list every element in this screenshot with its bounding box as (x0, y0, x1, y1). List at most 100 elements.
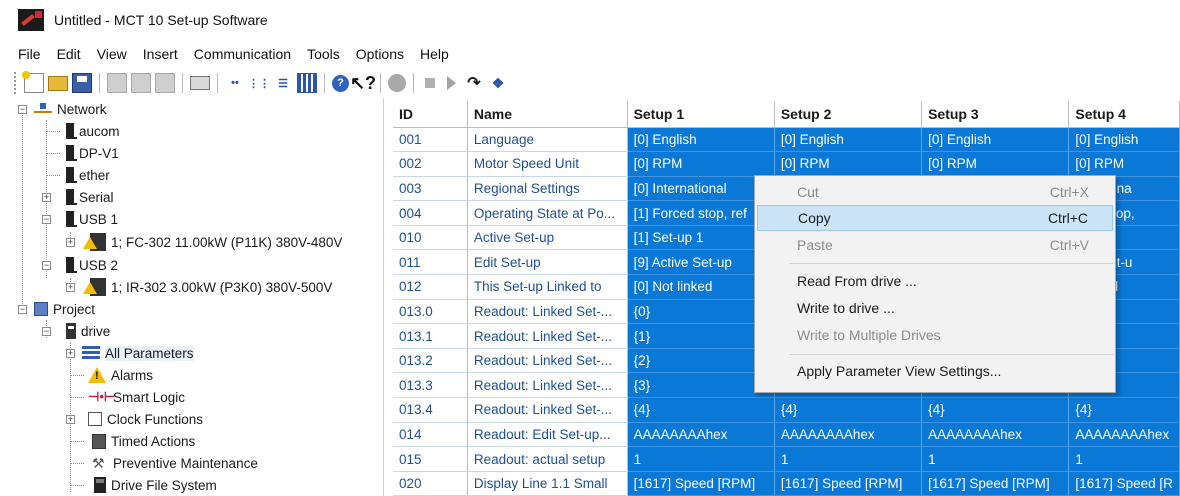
cell-name[interactable]: Regional Settings (467, 176, 628, 202)
table-row[interactable]: 002 Motor Speed Unit [0] RPM [0] RPM [0] RPM… (393, 151, 1180, 177)
print-icon[interactable] (190, 76, 210, 90)
whats-this-icon[interactable]: ↖? (350, 73, 376, 93)
cell-name[interactable]: Operating State at Po... (467, 200, 628, 226)
tree-node-network[interactable]: − Network (8, 98, 107, 120)
tree-node-project[interactable]: − Project (8, 298, 95, 320)
menu-insert[interactable]: Insert (143, 46, 178, 62)
cell-id[interactable]: 013.4 (393, 397, 468, 423)
cell-name[interactable]: Readout: actual setup (467, 446, 628, 472)
cell-id[interactable]: 004 (393, 200, 468, 226)
tree-node-usb2[interactable]: − USB 2 (8, 254, 118, 276)
tree-node-usb1[interactable]: − USB 1 (8, 208, 118, 230)
read-drive-icon[interactable]: ↷ (464, 73, 484, 93)
cell-setup1[interactable]: {4} (627, 397, 775, 423)
context-copy[interactable]: Copy Ctrl+C (757, 205, 1113, 231)
cell-setup1[interactable]: [0] RPM (627, 151, 775, 177)
tree-node-drive[interactable]: − drive (8, 320, 110, 342)
cell-setup3[interactable]: [0] English (921, 127, 1070, 153)
tree-node-all-parameters[interactable]: + All Parameters (8, 342, 194, 364)
cell-name[interactable]: Readout: Linked Set-... (467, 323, 628, 349)
cell-setup1[interactable]: [1] Set-up 1 (627, 225, 775, 251)
cell-id[interactable]: 015 (393, 446, 468, 472)
cell-setup1[interactable]: {0} (627, 299, 775, 325)
cell-name[interactable]: Readout: Linked Set-... (467, 397, 628, 423)
cell-setup3[interactable]: AAAAAAAAhex (921, 422, 1070, 448)
save-icon[interactable] (72, 73, 92, 93)
cell-setup1[interactable]: AAAAAAAAhex (627, 422, 775, 448)
cell-id[interactable]: 002 (393, 151, 468, 177)
context-apply-view-settings[interactable]: Apply Parameter View Settings... (757, 358, 1113, 384)
tree-node-serial[interactable]: + Serial (8, 186, 114, 208)
write-drive-icon[interactable]: ❖ (488, 73, 508, 93)
expand-icon[interactable]: + (42, 193, 51, 202)
network-scan-icon[interactable]: •• (225, 73, 245, 93)
cell-id[interactable]: 010 (393, 225, 468, 251)
collapse-icon[interactable]: − (18, 105, 27, 114)
cell-setup1[interactable]: {1} (627, 323, 775, 349)
paste-icon[interactable] (155, 73, 175, 93)
grid-view-icon[interactable] (297, 73, 317, 93)
cell-name[interactable]: Edit Set-up (467, 249, 628, 276)
column-header-id[interactable]: ID (393, 101, 468, 128)
column-header-setup4[interactable]: Setup 4 (1068, 101, 1180, 128)
context-paste[interactable]: Paste Ctrl+V (757, 232, 1113, 258)
cell-id[interactable]: 020 (393, 471, 468, 496)
cell-setup1[interactable]: [0] English (627, 127, 775, 153)
cell-setup3[interactable]: {4} (921, 397, 1070, 423)
cell-setup4[interactable]: [0] RPM (1068, 151, 1180, 177)
cell-setup3[interactable]: [1617] Speed [RPM] (921, 471, 1070, 496)
tree-node-drive-file-system[interactable]: Drive File System (8, 474, 217, 496)
cell-setup2[interactable]: AAAAAAAAhex (774, 422, 923, 448)
tree-node-aucom[interactable]: aucom (8, 120, 120, 142)
cell-setup3[interactable]: [0] RPM (921, 151, 1070, 177)
expand-icon[interactable]: + (66, 415, 75, 424)
tree-node-timed-actions[interactable]: Timed Actions (8, 430, 195, 452)
cell-name[interactable]: Language (467, 127, 628, 153)
list-view-icon[interactable]: ☰ (273, 73, 293, 93)
tree-node-dp-v1[interactable]: DP-V1 (8, 142, 119, 164)
cell-setup4[interactable]: [1617] Speed [R (1068, 471, 1180, 496)
tree-node-ir302[interactable]: + 1; IR-302 3.00kW (P3K0) 380V-500V (8, 276, 332, 298)
expand-icon[interactable]: + (66, 349, 75, 358)
cell-setup3[interactable]: 1 (921, 446, 1070, 472)
cell-setup2[interactable]: [0] RPM (774, 151, 923, 177)
cell-name[interactable]: Readout: Linked Set-... (467, 348, 628, 374)
record-icon[interactable] (388, 74, 406, 92)
toolbar-grip[interactable] (14, 72, 18, 94)
new-icon[interactable] (22, 71, 44, 93)
cell-id[interactable]: 014 (393, 422, 468, 448)
menu-file[interactable]: File (18, 46, 41, 62)
menu-tools[interactable]: Tools (307, 46, 340, 62)
table-row[interactable]: 014 Readout: Edit Set-up... AAAAAAAAhex AAA… (393, 422, 1180, 448)
menu-edit[interactable]: Edit (57, 46, 81, 62)
cell-setup1[interactable]: {3} (627, 372, 775, 399)
collapse-icon[interactable]: − (42, 215, 51, 224)
collapse-icon[interactable]: − (42, 261, 51, 270)
cut-icon[interactable] (107, 73, 127, 93)
tree-node-ether[interactable]: ether (8, 164, 110, 186)
cell-setup1[interactable]: 1 (627, 446, 775, 472)
cell-setup2[interactable]: [1617] Speed [RPM] (774, 471, 923, 496)
open-icon[interactable] (48, 75, 68, 91)
table-row[interactable]: 020 Display Line 1.1 Small [1617] Speed [R… (393, 471, 1180, 496)
copy-icon[interactable] (131, 73, 151, 93)
cell-id[interactable]: 011 (393, 249, 468, 276)
cell-setup4[interactable]: [0] English (1068, 127, 1180, 153)
cell-id[interactable]: 013.1 (393, 323, 468, 349)
collapse-icon[interactable]: − (18, 305, 27, 314)
column-header-setup1[interactable]: Setup 1 (627, 101, 775, 128)
column-header-setup2[interactable]: Setup 2 (774, 101, 923, 128)
cell-id[interactable]: 013.0 (393, 299, 468, 325)
cell-setup1[interactable]: {2} (627, 348, 775, 374)
cell-id[interactable]: 013.2 (393, 348, 468, 374)
cell-name[interactable]: Active Set-up (467, 225, 628, 251)
tree-node-fc302[interactable]: + 1; FC-302 11.00kW (P11K) 380V-480V (8, 231, 342, 253)
menu-help[interactable]: Help (420, 46, 449, 62)
tree-icon[interactable]: ⋮⋮ (248, 73, 270, 93)
tree-node-preventive-maintenance[interactable]: ⚒ Preventive Maintenance (8, 452, 258, 474)
cell-setup1[interactable]: [1] Forced stop, ref (627, 200, 775, 226)
cell-id[interactable]: 003 (393, 176, 468, 202)
context-write-to-drive[interactable]: Write to drive ... (757, 295, 1113, 321)
cell-setup4[interactable]: 1 (1068, 446, 1180, 472)
column-header-name[interactable]: Name (467, 101, 628, 128)
